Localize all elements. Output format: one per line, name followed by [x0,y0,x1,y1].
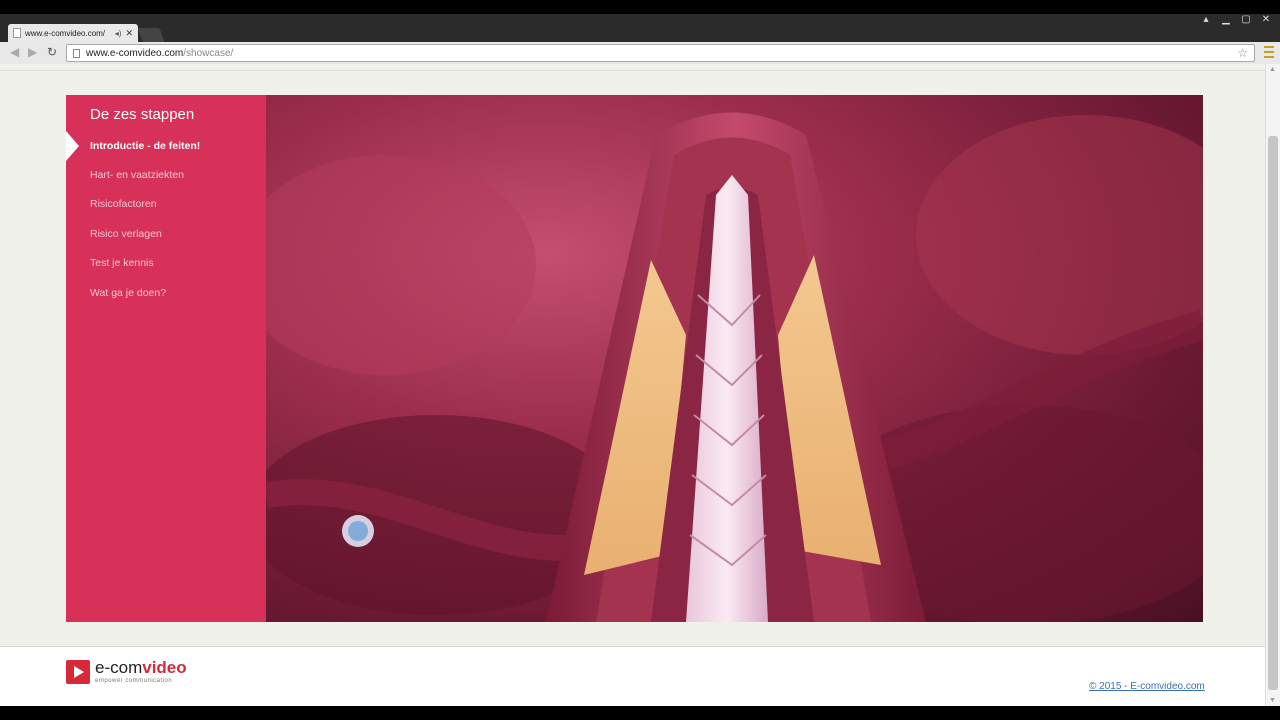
page-icon [73,48,80,58]
user-icon[interactable]: ▴ [1200,14,1212,25]
close-window-icon[interactable]: ✕ [1260,14,1272,25]
vertical-scrollbar[interactable]: ▲ ▼ [1265,64,1280,706]
minimize-icon[interactable]: ▁ [1220,14,1232,25]
step-item-risico-verlagen[interactable]: Risico verlagen [66,219,266,248]
scroll-up-icon[interactable]: ▲ [1269,66,1276,73]
showcase-panel: De zes stappen Introductie - de feiten! … [66,95,1203,622]
address-bar[interactable]: www.e-comvideo.com/showcase/ ☆ [66,44,1255,62]
page-favicon-icon [13,28,21,38]
header-divider [0,70,1265,71]
browser-tab[interactable]: www.e-comvideo.com/ ◂) ✕ [8,24,138,42]
logo-text: e-comvideo empower communication [95,659,187,684]
logo-tagline: empower communication [95,678,173,684]
hamburger-menu-icon[interactable] [1264,46,1274,58]
forward-arrow-icon[interactable]: ▶ [28,45,37,59]
speaker-icon: ◂) [114,28,122,38]
letterbox-top [0,0,1280,14]
window-controls: ▴ ▁ ▢ ✕ [1200,14,1272,25]
page-footer: e-comvideo empower communication © 2015 … [0,647,1265,706]
logo-suffix: video [142,658,187,677]
play-logo-icon [66,659,90,684]
step-item-introductie[interactable]: Introductie - de feiten! [66,131,266,162]
star-icon[interactable]: ☆ [1237,46,1248,60]
artery-stent-illustration [266,112,1203,622]
video-player[interactable] [266,95,1203,622]
maximize-icon[interactable]: ▢ [1240,14,1252,25]
step-item-wat-ga-je-doen[interactable]: Wat ga je doen? [66,278,266,307]
reload-icon[interactable]: ↻ [47,45,57,59]
close-tab-icon[interactable]: ✕ [125,28,133,39]
logo-prefix: e-com [95,658,143,677]
tab-title: www.e-comvideo.com/ [25,28,106,38]
url-path: /showcase/ [183,47,234,59]
url-host: www.e-comvideo.com [86,47,184,59]
step-item-test-je-kennis[interactable]: Test je kennis [66,249,266,278]
copyright-link[interactable]: © 2015 - E-comvideo.com [1089,681,1205,692]
steps-list: Introductie - de feiten! Hart- en vaatzi… [66,131,266,307]
letterbox-bottom [0,706,1280,720]
sidebar-title: De zes stappen [90,106,195,123]
browser-toolbar: ◀ ▶ ↻ www.e-comvideo.com/showcase/ ☆ [0,42,1280,64]
e-comvideo-logo[interactable]: e-comvideo empower communication [66,659,187,684]
logo-name: e-comvideo [95,659,187,676]
scroll-down-icon[interactable]: ▼ [1269,697,1276,704]
back-arrow-icon[interactable]: ◀ [10,45,19,59]
scrollbar-thumb[interactable] [1268,136,1278,690]
step-item-risicofactoren[interactable]: Risicofactoren [66,190,266,219]
step-item-hart-en-vaatziekten[interactable]: Hart- en vaatziekten [66,160,266,189]
browser-chrome: www.e-comvideo.com/ ◂) ✕ ▴ ▁ ▢ ✕ ◀ ▶ ↻ w… [0,14,1280,64]
steps-sidebar: De zes stappen Introductie - de feiten! … [66,95,266,622]
page-viewport: De zes stappen Introductie - de feiten! … [0,64,1280,706]
new-tab-button[interactable] [137,28,165,42]
